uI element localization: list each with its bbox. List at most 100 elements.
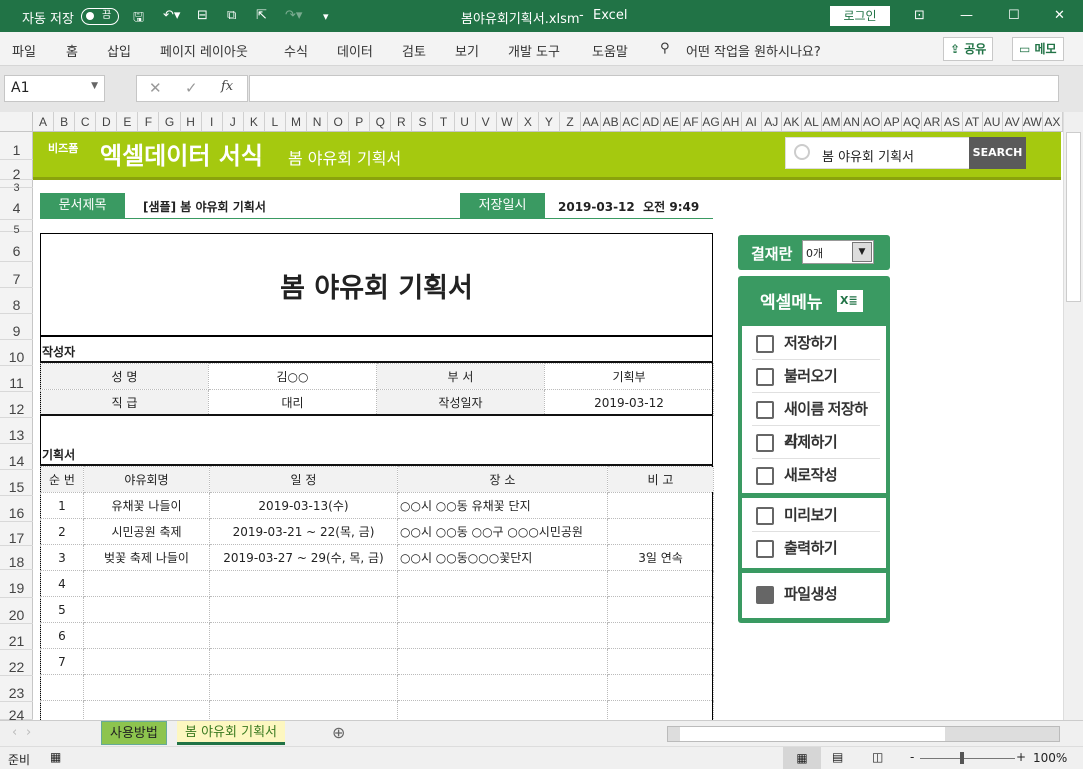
- insert-function-icon[interactable]: fx: [221, 79, 233, 94]
- comments-button[interactable]: ▭ 메모: [1012, 37, 1064, 61]
- table-cell[interactable]: [397, 622, 608, 649]
- column-header[interactable]: AR: [922, 112, 943, 131]
- column-header[interactable]: B: [54, 112, 76, 131]
- field-value[interactable]: 대리: [208, 389, 377, 416]
- cancel-icon[interactable]: ✕: [149, 79, 162, 97]
- column-header[interactable]: Q: [370, 112, 392, 131]
- column-header[interactable]: M: [286, 112, 308, 131]
- table-cell[interactable]: [397, 648, 608, 675]
- table-cell[interactable]: 유채꽃 나들이: [83, 492, 210, 519]
- column-header[interactable]: AC: [621, 112, 642, 131]
- row-header[interactable]: 13: [0, 418, 33, 444]
- zoom-out-icon[interactable]: -: [910, 750, 914, 764]
- column-header[interactable]: I: [202, 112, 223, 131]
- row-header[interactable]: 14: [0, 444, 33, 470]
- table-cell[interactable]: [397, 596, 608, 623]
- row-header[interactable]: 6: [0, 232, 33, 262]
- table-cell[interactable]: [607, 648, 714, 675]
- table-cell[interactable]: [209, 596, 398, 623]
- column-header[interactable]: C: [75, 112, 97, 131]
- page-layout-icon[interactable]: ▤: [832, 750, 843, 764]
- column-header[interactable]: AQ: [902, 112, 923, 131]
- table-cell[interactable]: ○○시 ○○동 유채꽃 단지: [397, 492, 608, 519]
- share-button[interactable]: ⇪ 공유: [943, 37, 994, 61]
- menu-delete[interactable]: 삭제하기: [752, 427, 880, 459]
- column-header[interactable]: AP: [882, 112, 903, 131]
- table-cell[interactable]: 7: [40, 648, 84, 675]
- column-header[interactable]: AK: [782, 112, 802, 131]
- column-header[interactable]: T: [433, 112, 455, 131]
- column-header[interactable]: AN: [842, 112, 863, 131]
- field-label[interactable]: 부 서: [376, 363, 545, 390]
- table-cell[interactable]: 6: [40, 622, 84, 649]
- column-header[interactable]: AJ: [762, 112, 782, 131]
- table-cell[interactable]: 2019-03-21 ~ 22(목, 금): [209, 518, 398, 545]
- column-header[interactable]: AF: [681, 112, 702, 131]
- table-cell[interactable]: [209, 622, 398, 649]
- zoom-in-icon[interactable]: +: [1016, 750, 1026, 764]
- column-header[interactable]: AW: [1023, 112, 1043, 131]
- column-header[interactable]: R: [391, 112, 413, 131]
- column-header[interactable]: S: [412, 112, 434, 131]
- row-header[interactable]: 2: [0, 160, 33, 182]
- table-cell[interactable]: 3: [40, 544, 84, 571]
- column-header[interactable]: O: [328, 112, 350, 131]
- column-header[interactable]: AD: [641, 112, 662, 131]
- menu-save-as[interactable]: 새이름 저장하기: [752, 394, 880, 450]
- table-cell[interactable]: ○○시 ○○동 ○○구 ○○○시민공원: [397, 518, 608, 545]
- row-header[interactable]: 4: [0, 188, 33, 220]
- column-header[interactable]: P: [349, 112, 371, 131]
- column-header[interactable]: AX: [1043, 112, 1063, 131]
- undo-icon[interactable]: ↶▾: [163, 8, 180, 23]
- column-header[interactable]: AT: [963, 112, 983, 131]
- field-label[interactable]: 작성일자: [376, 389, 545, 416]
- tab-home[interactable]: 홈: [66, 41, 78, 60]
- row-header[interactable]: 23: [0, 676, 33, 702]
- table-cell[interactable]: [607, 596, 714, 623]
- column-header[interactable]: L: [265, 112, 286, 131]
- row-header[interactable]: 24: [0, 702, 33, 723]
- table-cell[interactable]: 4: [40, 570, 84, 597]
- table-cell[interactable]: [397, 570, 608, 597]
- field-value[interactable]: 기획부: [544, 363, 714, 390]
- menu-print[interactable]: 출력하기: [752, 533, 880, 565]
- save-icon[interactable]: 🖫: [133, 8, 144, 30]
- table-cell[interactable]: [209, 648, 398, 675]
- column-header[interactable]: X: [518, 112, 539, 131]
- table-cell[interactable]: 벚꽃 축제 나들이: [83, 544, 210, 571]
- scroll-thumb[interactable]: [1066, 132, 1081, 302]
- field-label[interactable]: 성 명: [40, 363, 209, 390]
- column-header[interactable]: AI: [742, 112, 762, 131]
- macro-record-icon[interactable]: ▦: [50, 750, 61, 764]
- menu-load[interactable]: 불러오기: [752, 361, 880, 393]
- menu-create-file[interactable]: 파일생성: [752, 579, 880, 611]
- table-cell[interactable]: [209, 674, 398, 701]
- column-header[interactable]: J: [223, 112, 244, 131]
- column-header[interactable]: D: [96, 112, 118, 131]
- table-cell[interactable]: 2019-03-13(수): [209, 492, 398, 519]
- column-header[interactable]: AV: [1003, 112, 1023, 131]
- column-header[interactable]: AH: [722, 112, 742, 131]
- sheet-tab-usage[interactable]: 사용방법: [101, 721, 167, 745]
- row-header[interactable]: 7: [0, 262, 33, 288]
- table-cell[interactable]: ○○시 ○○동○○○꽃단지: [397, 544, 608, 571]
- row-header[interactable]: 3: [0, 180, 33, 194]
- form-icon[interactable]: ⊟: [197, 8, 208, 23]
- tab-formulas[interactable]: 수식: [284, 41, 308, 60]
- row-header[interactable]: 18: [0, 546, 33, 570]
- row-header[interactable]: 20: [0, 598, 33, 624]
- tab-view[interactable]: 보기: [455, 41, 479, 60]
- column-header[interactable]: AO: [862, 112, 883, 131]
- prev-sheet-icon[interactable]: ‹: [12, 725, 17, 740]
- tab-data[interactable]: 데이터: [337, 41, 373, 60]
- column-header[interactable]: AS: [942, 112, 963, 131]
- column-header[interactable]: AL: [802, 112, 822, 131]
- next-sheet-icon[interactable]: ›: [26, 725, 31, 740]
- table-cell[interactable]: 시민공원 축제: [83, 518, 210, 545]
- sheet-tab-plan[interactable]: 봄 야유회 기획서: [177, 721, 285, 745]
- menu-save[interactable]: 저장하기: [752, 328, 880, 360]
- dropdown-arrow-icon[interactable]: ▼: [852, 242, 872, 262]
- customize-qat-icon[interactable]: ▾: [323, 10, 329, 23]
- column-header[interactable]: AA: [581, 112, 602, 131]
- tab-page-layout[interactable]: 페이지 레이아웃: [160, 41, 248, 60]
